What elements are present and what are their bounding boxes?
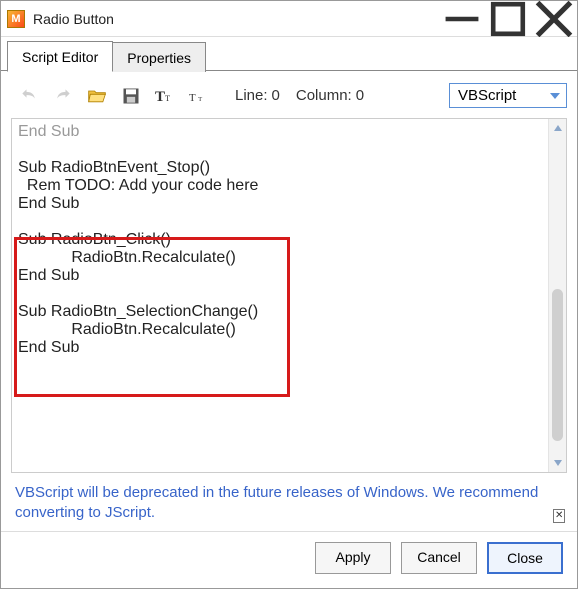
language-select[interactable]: VBScript: [449, 83, 567, 108]
scroll-up-icon[interactable]: [549, 119, 566, 137]
cancel-button[interactable]: Cancel: [401, 542, 477, 574]
tabs: Script Editor Properties: [1, 37, 577, 71]
svg-text:T: T: [155, 89, 165, 105]
editor-toolbar: TT TT Line:0 Column:0 VBScript: [1, 71, 577, 114]
tab-script-editor[interactable]: Script Editor: [7, 41, 113, 72]
code-line: RadioBtn.Recalculate(): [18, 249, 542, 267]
line-value: 0: [272, 87, 280, 104]
svg-text:T: T: [189, 92, 196, 104]
code-line: End Sub: [18, 123, 542, 141]
line-label: Line:: [235, 87, 268, 104]
close-button[interactable]: Close: [487, 542, 563, 574]
column-label: Column:: [296, 87, 352, 104]
app-icon: M: [7, 10, 25, 28]
open-icon[interactable]: [85, 85, 109, 107]
code-line: Sub RadioBtn_SelectionChange(): [18, 303, 542, 321]
column-value: 0: [356, 87, 364, 104]
code-line: End Sub: [18, 195, 542, 213]
code-line: Sub RadioBtnEvent_Stop(): [18, 159, 542, 177]
title-bar: M Radio Button: [1, 1, 577, 37]
dialog-footer: Apply Cancel Close: [1, 531, 577, 588]
code-line: [18, 285, 542, 303]
scroll-track[interactable]: [549, 137, 566, 454]
code-editor[interactable]: End Sub Sub RadioBtnEvent_Stop() Rem TOD…: [12, 119, 548, 472]
code-line: RadioBtn.Recalculate(): [18, 321, 542, 339]
code-line: End Sub: [18, 267, 542, 285]
window-controls: [439, 1, 577, 37]
deprecation-warning: VBScript will be deprecated in the futur…: [1, 477, 577, 532]
save-icon[interactable]: [119, 85, 143, 107]
vertical-scrollbar[interactable]: [548, 119, 566, 472]
code-line: [18, 213, 542, 231]
dismiss-warning-button[interactable]: ✕: [553, 509, 565, 523]
text-large-icon[interactable]: TT: [153, 85, 177, 107]
text-small-icon[interactable]: TT: [187, 85, 211, 107]
warning-text: VBScript will be deprecated in the futur…: [15, 483, 553, 524]
code-line: Rem TODO: Add your code here: [18, 177, 542, 195]
tab-properties[interactable]: Properties: [112, 42, 206, 72]
apply-button[interactable]: Apply: [315, 542, 391, 574]
scroll-down-icon[interactable]: [549, 454, 566, 472]
redo-icon[interactable]: [51, 85, 75, 107]
code-line: End Sub: [18, 339, 542, 357]
svg-text:T: T: [165, 94, 170, 103]
window-title: Radio Button: [33, 11, 114, 27]
maximize-button[interactable]: [485, 1, 531, 37]
minimize-button[interactable]: [439, 1, 485, 37]
scroll-thumb[interactable]: [552, 289, 563, 441]
undo-icon[interactable]: [17, 85, 41, 107]
cursor-position: Line:0 Column:0: [235, 87, 364, 104]
close-window-button[interactable]: [531, 1, 577, 37]
editor-wrap: End Sub Sub RadioBtnEvent_Stop() Rem TOD…: [11, 118, 567, 473]
code-line: Sub RadioBtn_Click(): [18, 231, 542, 249]
code-line: [18, 141, 542, 159]
svg-text:T: T: [198, 96, 202, 103]
language-value: VBScript: [458, 87, 516, 104]
